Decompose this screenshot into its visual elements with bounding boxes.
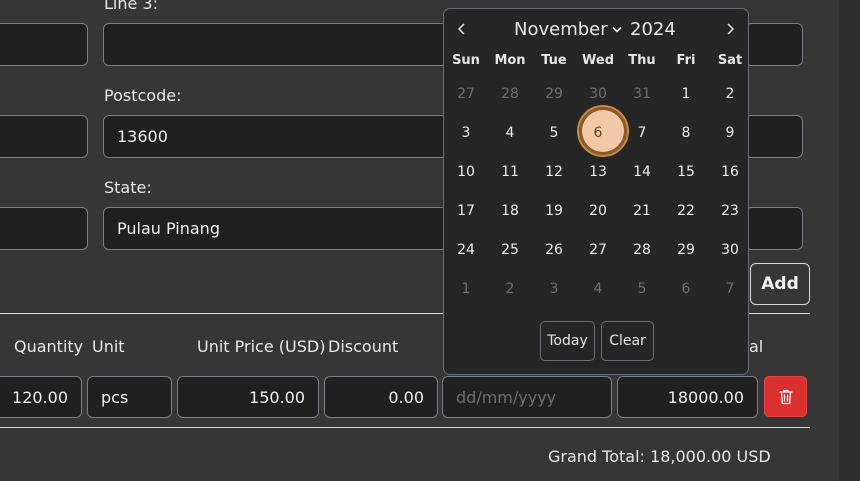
calendar-day[interactable]: 7 — [620, 118, 664, 148]
next-month-button[interactable] — [720, 19, 740, 39]
unit-price-input[interactable]: 150.00 — [177, 376, 319, 418]
calendar-day-selected[interactable]: 6 — [576, 118, 620, 148]
prev-month-button[interactable] — [452, 19, 472, 39]
chevron-left-icon — [457, 23, 465, 35]
calendar-day[interactable]: 9 — [708, 118, 752, 148]
calendar-day[interactable]: 24 — [444, 235, 488, 265]
calendar-day[interactable]: 22 — [664, 196, 708, 226]
calendar-day[interactable]: 31 — [620, 79, 664, 109]
trash-icon — [778, 389, 793, 404]
calendar-day[interactable]: 2 — [708, 79, 752, 109]
postcode-label: Postcode: — [104, 86, 182, 105]
calendar-day[interactable]: 1 — [444, 274, 488, 304]
weekday-sat: Sat — [717, 53, 743, 68]
discount-input[interactable]: 0.00 — [324, 376, 438, 418]
calendar-day[interactable]: 26 — [532, 235, 576, 265]
delete-button[interactable] — [764, 376, 807, 417]
header-discount: Discount — [328, 337, 399, 356]
quantity-value: 120.00 — [12, 387, 68, 407]
discount-value: 0.00 — [388, 387, 424, 407]
calendar-day[interactable]: 27 — [444, 79, 488, 109]
right-field-3[interactable] — [745, 207, 803, 250]
calendar-day[interactable]: 8 — [664, 118, 708, 148]
month-select[interactable]: November — [514, 19, 608, 40]
header-unit-price: Unit Price (USD) — [197, 337, 326, 356]
total-input[interactable]: 18000.00 — [617, 376, 758, 418]
postcode-input[interactable]: 13600 — [103, 115, 448, 158]
left-field-3[interactable] — [0, 207, 88, 250]
weekday-tue: Tue — [541, 53, 567, 68]
calendar-day[interactable]: 27 — [576, 235, 620, 265]
calendar-day[interactable]: 13 — [576, 157, 620, 187]
calendar-day[interactable]: 3 — [444, 118, 488, 148]
calendar-day[interactable]: 30 — [708, 235, 752, 265]
calendar-day[interactable]: 30 — [576, 79, 620, 109]
calendar-day[interactable]: 5 — [620, 274, 664, 304]
unit-input[interactable]: pcs — [87, 376, 172, 418]
unit-price-value: 150.00 — [249, 387, 305, 407]
postcode-value: 13600 — [117, 127, 168, 146]
calendar-day[interactable]: 28 — [488, 79, 532, 109]
calendar-day[interactable]: 29 — [664, 235, 708, 265]
calendar-day[interactable]: 29 — [532, 79, 576, 109]
calendar-day[interactable]: 21 — [620, 196, 664, 226]
calendar-day[interactable]: 5 — [532, 118, 576, 148]
add-button[interactable]: Add — [750, 263, 810, 305]
calendar-day[interactable]: 23 — [708, 196, 752, 226]
calendar-day[interactable]: 20 — [576, 196, 620, 226]
chevron-right-icon — [727, 23, 735, 35]
line3-input[interactable] — [103, 23, 448, 66]
calendar-day[interactable]: 25 — [488, 235, 532, 265]
date-picker: November 2024 Sun Mon Tue Wed Thu Fri Sa… — [443, 8, 749, 375]
calendar-day[interactable]: 10 — [444, 157, 488, 187]
calendar-day[interactable]: 14 — [620, 157, 664, 187]
grand-total: Grand Total: 18,000.00 USD — [548, 447, 771, 466]
calendar-day[interactable]: 28 — [620, 235, 664, 265]
right-field-1[interactable] — [745, 23, 803, 66]
today-button[interactable]: Today — [540, 321, 595, 361]
calendar-day[interactable]: 1 — [664, 79, 708, 109]
weekday-thu: Thu — [628, 53, 656, 68]
state-label: State: — [104, 178, 152, 197]
header-quantity: Quantity — [14, 337, 84, 356]
date-input[interactable]: dd/mm/yyyy — [442, 376, 612, 418]
calendar-day[interactable]: 11 — [488, 157, 532, 187]
state-input[interactable]: Pulau Pinang — [103, 207, 448, 250]
divider-bottom — [0, 427, 810, 428]
right-field-2[interactable] — [745, 115, 803, 158]
date-placeholder: dd/mm/yyyy — [456, 387, 557, 407]
calendar-day[interactable]: 19 — [532, 196, 576, 226]
calendar-day[interactable]: 12 — [532, 157, 576, 187]
state-value: Pulau Pinang — [117, 219, 220, 238]
unit-value: pcs — [101, 387, 129, 407]
calendar-day[interactable]: 15 — [664, 157, 708, 187]
calendar-day[interactable]: 17 — [444, 196, 488, 226]
line3-label: Line 3: — [104, 0, 158, 13]
calendar-day[interactable]: 18 — [488, 196, 532, 226]
calendar-day[interactable]: 2 — [488, 274, 532, 304]
weekday-mon: Mon — [494, 53, 526, 68]
calendar-day[interactable]: 6 — [664, 274, 708, 304]
calendar-day[interactable]: 3 — [532, 274, 576, 304]
calendar-day[interactable]: 4 — [488, 118, 532, 148]
left-field-1[interactable] — [0, 23, 88, 66]
header-total: al — [749, 337, 764, 356]
weekday-sun: Sun — [452, 53, 480, 68]
weekday-wed: Wed — [582, 53, 614, 68]
weekday-fri: Fri — [676, 53, 696, 68]
chevron-down-icon — [612, 26, 622, 33]
scrollbar-track[interactable] — [839, 0, 860, 481]
year-input[interactable]: 2024 — [630, 19, 676, 40]
left-field-2[interactable] — [0, 115, 88, 158]
calendar-day[interactable]: 7 — [708, 274, 752, 304]
clear-button[interactable]: Clear — [601, 321, 654, 361]
total-value: 18000.00 — [667, 387, 744, 407]
calendar-day[interactable]: 4 — [576, 274, 620, 304]
quantity-input[interactable]: 120.00 — [0, 376, 82, 418]
header-unit: Unit — [92, 337, 125, 356]
calendar-day[interactable]: 16 — [708, 157, 752, 187]
